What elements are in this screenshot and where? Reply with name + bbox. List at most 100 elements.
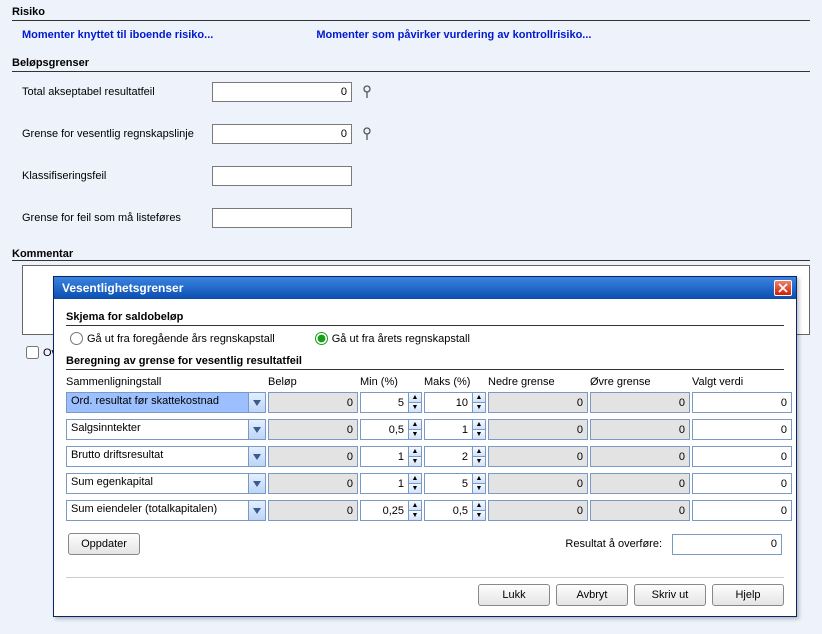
- chevron-down-icon[interactable]: [248, 393, 265, 412]
- spinner-up-icon[interactable]: ▲: [409, 447, 421, 457]
- input-klassifiseringsfeil[interactable]: [212, 166, 352, 186]
- spinner-input[interactable]: [424, 446, 472, 467]
- combo-text: Sum egenkapital: [67, 474, 248, 493]
- spinner-up-icon[interactable]: ▲: [409, 393, 421, 403]
- pin-icon[interactable]: [360, 85, 374, 99]
- sammenligningstall-combo[interactable]: Ord. resultat før skattekostnad: [66, 392, 266, 413]
- readonly-cell: [590, 500, 690, 521]
- grid-header: Sammenligningstall Beløp Min (%) Maks (%…: [66, 376, 784, 390]
- spinner-down-icon[interactable]: ▼: [473, 457, 485, 466]
- spinner-up-icon[interactable]: ▲: [409, 501, 421, 511]
- max-spinner[interactable]: ▲▼: [424, 500, 486, 521]
- readonly-cell: [488, 473, 588, 494]
- chevron-down-icon[interactable]: [248, 447, 265, 466]
- sammenligningstall-combo[interactable]: Sum egenkapital: [66, 473, 266, 494]
- input-total-akseptabel[interactable]: [212, 82, 352, 102]
- radio-foregaaende[interactable]: Gå ut fra foregående års regnskapstall: [70, 332, 275, 345]
- sammenligningstall-combo[interactable]: Sum eiendeler (totalkapitalen): [66, 500, 266, 521]
- spinner-up-icon[interactable]: ▲: [409, 420, 421, 430]
- pin-icon[interactable]: [360, 127, 374, 141]
- spinner-input[interactable]: [424, 419, 472, 440]
- spinner-down-icon[interactable]: ▼: [409, 403, 421, 412]
- spinner-down-icon[interactable]: ▼: [409, 484, 421, 493]
- readonly-cell: [488, 419, 588, 440]
- combo-text: Ord. resultat før skattekostnad: [67, 393, 248, 412]
- spinner-down-icon[interactable]: ▼: [473, 511, 485, 520]
- input-grense-regnskapslinje[interactable]: [212, 124, 352, 144]
- spinner-input[interactable]: [360, 392, 408, 413]
- spinner-up-icon[interactable]: ▲: [473, 393, 485, 403]
- spinner-input[interactable]: [424, 473, 472, 494]
- min-spinner[interactable]: ▲▼: [360, 473, 422, 494]
- vesentlighetsgrenser-dialog: Vesentlighetsgrenser Skjema for saldobel…: [53, 276, 797, 617]
- radio-aarets[interactable]: Gå ut fra årets regnskapstall: [315, 332, 470, 345]
- table-row: Sum eiendeler (totalkapitalen)▲▼▲▼: [66, 500, 784, 521]
- link-iboende-risiko[interactable]: Momenter knyttet til iboende risiko...: [22, 29, 213, 41]
- combo-text: Brutto driftsresultat: [67, 447, 248, 466]
- oppdater-button[interactable]: Oppdater: [68, 533, 140, 555]
- min-spinner[interactable]: ▲▼: [360, 419, 422, 440]
- readonly-cell: [268, 500, 358, 521]
- input-grense-listefores[interactable]: [212, 208, 352, 228]
- min-spinner[interactable]: ▲▼: [360, 500, 422, 521]
- valgt-verdi-input[interactable]: [692, 473, 792, 494]
- risiko-heading: Risiko: [12, 6, 810, 21]
- spinner-up-icon[interactable]: ▲: [473, 447, 485, 457]
- sammenligningstall-combo[interactable]: Brutto driftsresultat: [66, 446, 266, 467]
- valgt-verdi-input[interactable]: [692, 419, 792, 440]
- spinner-input[interactable]: [360, 473, 408, 494]
- hjelp-button[interactable]: Hjelp: [712, 584, 784, 606]
- valgt-verdi-input[interactable]: [692, 446, 792, 467]
- max-spinner[interactable]: ▲▼: [424, 473, 486, 494]
- spinner-down-icon[interactable]: ▼: [409, 430, 421, 439]
- resultat-input[interactable]: [672, 534, 782, 555]
- dialog-title: Vesentlighetsgrenser: [62, 281, 183, 295]
- spinner-input[interactable]: [424, 392, 472, 413]
- spinner-down-icon[interactable]: ▼: [409, 511, 421, 520]
- skrivut-button[interactable]: Skriv ut: [634, 584, 706, 606]
- link-kontrollrisiko[interactable]: Momenter som påvirker vurdering av kontr…: [316, 29, 591, 41]
- spinner-down-icon[interactable]: ▼: [473, 430, 485, 439]
- max-spinner[interactable]: ▲▼: [424, 419, 486, 440]
- label-total-akseptabel: Total akseptabel resultatfeil: [22, 86, 212, 98]
- max-spinner[interactable]: ▲▼: [424, 392, 486, 413]
- chevron-down-icon[interactable]: [248, 474, 265, 493]
- readonly-cell: [488, 500, 588, 521]
- readonly-cell: [268, 419, 358, 440]
- spinner-down-icon[interactable]: ▼: [473, 484, 485, 493]
- readonly-cell: [590, 446, 690, 467]
- spinner-input[interactable]: [360, 500, 408, 521]
- min-spinner[interactable]: ▲▼: [360, 392, 422, 413]
- table-row: Ord. resultat før skattekostnad▲▼▲▼: [66, 392, 784, 413]
- valgt-verdi-input[interactable]: [692, 392, 792, 413]
- spinner-up-icon[interactable]: ▲: [473, 420, 485, 430]
- valgt-verdi-input[interactable]: [692, 500, 792, 521]
- avbryt-button[interactable]: Avbryt: [556, 584, 628, 606]
- combo-text: Sum eiendeler (totalkapitalen): [67, 501, 248, 520]
- chevron-down-icon[interactable]: [248, 501, 265, 520]
- sammenligningstall-combo[interactable]: Salgsinntekter: [66, 419, 266, 440]
- table-row: Brutto driftsresultat▲▼▲▼: [66, 446, 784, 467]
- max-spinner[interactable]: ▲▼: [424, 446, 486, 467]
- spinner-up-icon[interactable]: ▲: [473, 474, 485, 484]
- spinner-up-icon[interactable]: ▲: [409, 474, 421, 484]
- readonly-cell: [268, 446, 358, 467]
- readonly-cell: [590, 392, 690, 413]
- lukk-button[interactable]: Lukk: [478, 584, 550, 606]
- label-grense-regnskapslinje: Grense for vesentlig regnskapslinje: [22, 128, 212, 140]
- min-spinner[interactable]: ▲▼: [360, 446, 422, 467]
- spinner-input[interactable]: [360, 419, 408, 440]
- belopsgrenser-heading: Beløpsgrenser: [12, 57, 810, 72]
- spinner-down-icon[interactable]: ▼: [409, 457, 421, 466]
- spinner-up-icon[interactable]: ▲: [473, 501, 485, 511]
- chevron-down-icon[interactable]: [248, 420, 265, 439]
- label-klassifiseringsfeil: Klassifiseringsfeil: [22, 170, 212, 182]
- spinner-input[interactable]: [360, 446, 408, 467]
- close-icon[interactable]: [774, 280, 792, 296]
- ove-checkbox[interactable]: [26, 346, 39, 359]
- readonly-cell: [268, 473, 358, 494]
- spinner-input[interactable]: [424, 500, 472, 521]
- combo-text: Salgsinntekter: [67, 420, 248, 439]
- readonly-cell: [590, 419, 690, 440]
- spinner-down-icon[interactable]: ▼: [473, 403, 485, 412]
